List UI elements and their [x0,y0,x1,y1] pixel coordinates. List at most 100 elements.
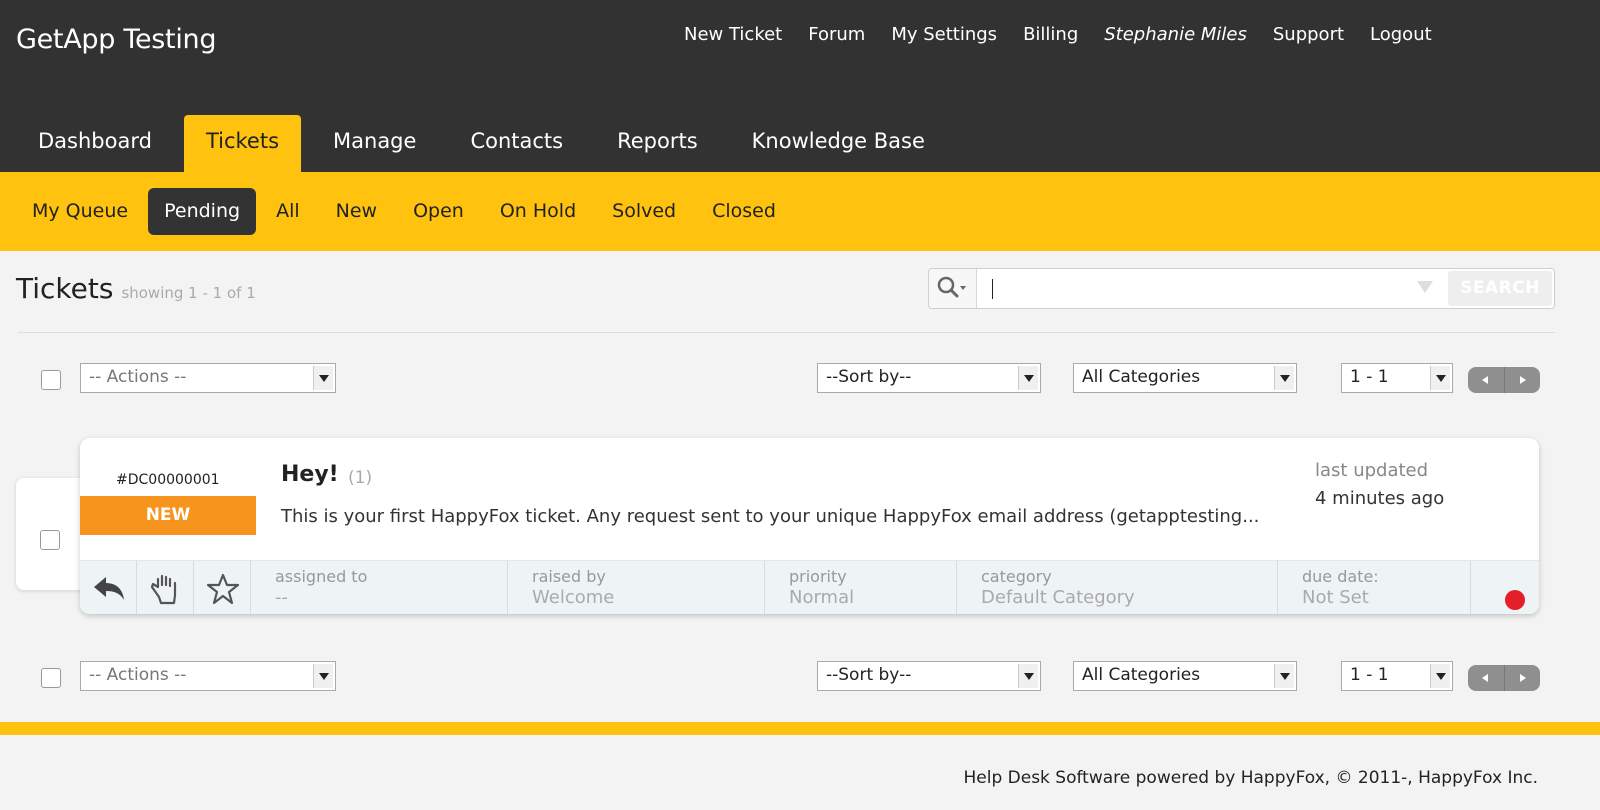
take-ticket-button[interactable] [137,561,194,614]
page-title: Tickets [16,272,114,305]
status-badge: NEW [80,496,256,535]
text-caret [992,279,993,299]
reply-button[interactable] [80,561,137,614]
due-date-field[interactable]: due date: Not Set [1278,561,1471,614]
pager [1468,367,1540,393]
raised-by-field[interactable]: raised by Welcome [508,561,765,614]
actions-select[interactable]: -- Actions -- [80,363,336,393]
actions-select-bottom[interactable]: -- Actions -- [80,661,336,691]
range-select-value: 1 - 1 [1350,367,1389,387]
actions-select-value: -- Actions -- [89,367,187,387]
search-options-button[interactable] [929,269,977,308]
ticket-card[interactable]: #DC00000001 NEW Hey! (1) This is your fi… [80,438,1539,614]
logout-link[interactable]: Logout [1370,24,1432,45]
divider [18,332,1555,333]
prev-page-button[interactable] [1468,367,1505,393]
footer-accent-bar [0,722,1600,735]
sort-by-value: --Sort by-- [826,665,912,685]
tickets-heading: Tickets showing 1 - 1 of 1 [16,272,256,305]
last-updated-value: 4 minutes ago [1315,488,1445,509]
actions-select-value: -- Actions -- [89,665,187,685]
priority-label: priority [789,567,847,586]
sub-tabs: My Queue Pending All New Open On Hold So… [16,188,796,235]
top-controls: -- Actions -- --Sort by-- All Categories… [0,361,1600,397]
tab-tickets[interactable]: Tickets [183,115,302,172]
chevron-down-icon [1274,664,1294,688]
brand-title[interactable]: GetApp Testing [16,24,216,55]
sub-nav: My Queue Pending All New Open On Hold So… [0,172,1600,251]
tab-contacts[interactable]: Contacts [448,115,585,172]
category-select-value: All Categories [1082,665,1201,685]
billing-link[interactable]: Billing [1023,24,1078,45]
chevron-down-icon [1430,664,1450,688]
priority-value: Normal [789,587,855,608]
range-select-value: 1 - 1 [1350,665,1389,685]
due-date-value: Not Set [1302,587,1369,608]
ticket-id[interactable]: #DC00000001 [116,472,220,488]
tab-manage[interactable]: Manage [311,115,438,172]
star-button[interactable] [194,561,251,614]
subtab-solved[interactable]: Solved [596,188,692,235]
category-value: Default Category [981,587,1135,608]
chevron-down-icon [313,664,333,688]
next-page-button[interactable] [1505,367,1541,393]
assigned-to-value: -- [275,587,288,608]
subtab-closed[interactable]: Closed [696,188,792,235]
range-select[interactable]: 1 - 1 [1341,363,1453,393]
search-input[interactable] [985,274,1425,303]
status-dot-icon [1505,590,1525,610]
category-field[interactable]: category Default Category [957,561,1278,614]
last-updated-label: last updated [1315,460,1429,481]
chevron-down-icon [1430,366,1450,390]
reply-count: (1) [348,468,373,488]
search-dropdown-icon[interactable] [1417,281,1433,293]
category-select-value: All Categories [1082,367,1201,387]
category-label: category [981,567,1052,586]
raised-by-label: raised by [532,567,606,586]
range-select-bottom[interactable]: 1 - 1 [1341,661,1453,691]
pager-bottom [1468,665,1540,691]
top-header: GetApp Testing New Ticket Forum My Setti… [0,0,1600,172]
prev-page-button[interactable] [1468,665,1505,691]
chevron-down-icon [1274,366,1294,390]
select-all-checkbox-bottom[interactable] [41,668,61,688]
support-link[interactable]: Support [1273,24,1344,45]
subtab-all[interactable]: All [260,188,316,235]
reply-icon [94,577,124,600]
chevron-down-icon [1018,366,1038,390]
search-button[interactable]: SEARCH [1448,271,1552,306]
new-ticket-link[interactable]: New Ticket [684,24,782,45]
subtab-new[interactable]: New [320,188,393,235]
category-select-bottom[interactable]: All Categories [1073,661,1297,691]
due-date-label: due date: [1302,567,1379,586]
priority-field[interactable]: priority Normal [765,561,957,614]
user-name-link[interactable]: Stephanie Miles [1104,24,1247,45]
sort-by-select-bottom[interactable]: --Sort by-- [817,661,1041,691]
subtab-pending[interactable]: Pending [148,188,257,235]
assigned-to-field[interactable]: assigned to -- [251,561,508,614]
top-links: New Ticket Forum My Settings Billing Ste… [684,24,1458,45]
ticket-checkbox[interactable] [40,530,60,550]
main-tabs: Dashboard Tickets Manage Contacts Report… [16,115,957,172]
subtab-on-hold[interactable]: On Hold [484,188,592,235]
search-icon [937,276,966,298]
subtab-open[interactable]: Open [397,188,480,235]
tab-dashboard[interactable]: Dashboard [16,115,174,172]
tickets-count: showing 1 - 1 of 1 [121,284,256,302]
forum-link[interactable]: Forum [808,24,865,45]
select-all-checkbox[interactable] [41,370,61,390]
my-settings-link[interactable]: My Settings [891,24,997,45]
ticket-excerpt: This is your first HappyFox ticket. Any … [281,506,1260,527]
sort-by-select[interactable]: --Sort by-- [817,363,1041,393]
subtab-my-queue[interactable]: My Queue [16,188,144,235]
chevron-down-icon [1018,664,1038,688]
footer-text: Help Desk Software powered by HappyFox, … [963,768,1538,788]
hand-icon [150,574,177,605]
tab-reports[interactable]: Reports [595,115,720,172]
bottom-controls: -- Actions -- --Sort by-- All Categories… [0,659,1600,695]
search-box: SEARCH [928,268,1555,309]
next-page-button[interactable] [1505,665,1541,691]
category-select[interactable]: All Categories [1073,363,1297,393]
tab-knowledge-base[interactable]: Knowledge Base [730,115,947,172]
ticket-subject[interactable]: Hey! [281,462,339,487]
